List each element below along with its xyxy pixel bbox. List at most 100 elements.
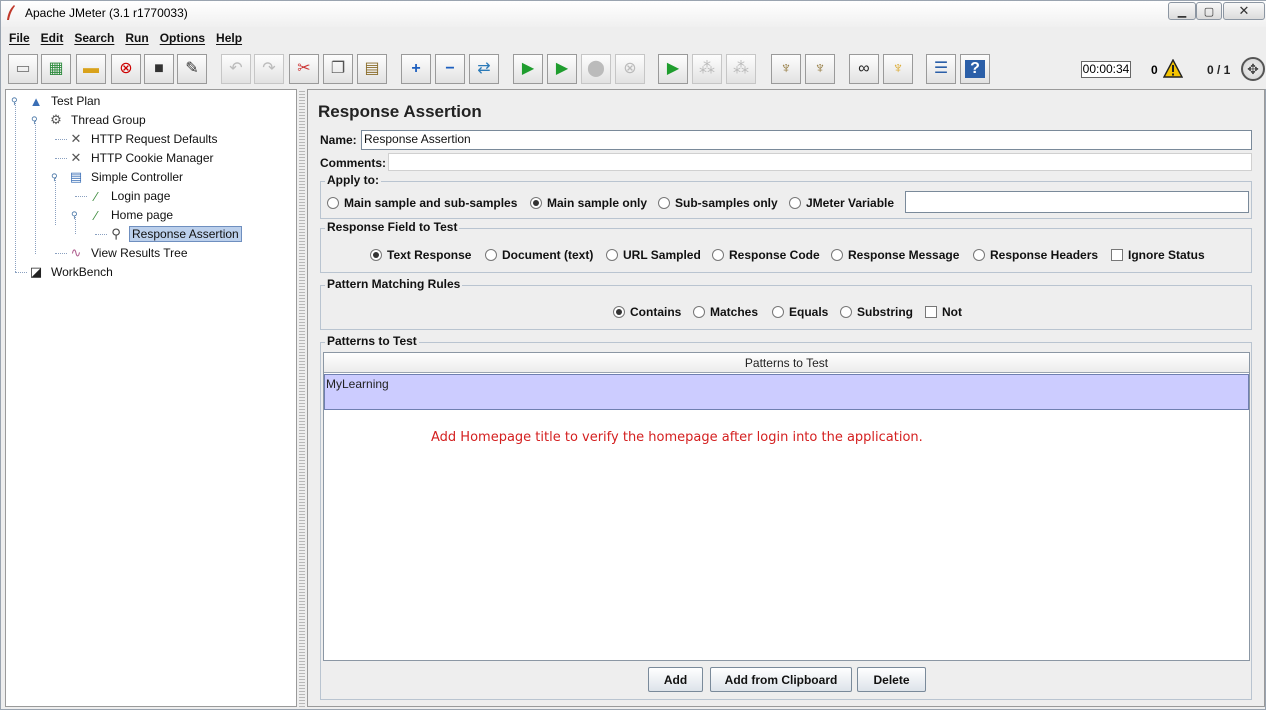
url-sampled-radio[interactable]: URL Sampled (606, 248, 701, 262)
menu-run[interactable]: Run (125, 31, 148, 45)
contains-radio[interactable]: Contains (613, 305, 681, 319)
close-plan-button[interactable]: ⊗ (111, 54, 141, 84)
tree-node-test-plan[interactable]: ▲ Test Plan (27, 92, 102, 110)
close-icon: ✕ (1238, 3, 1250, 18)
warning-icon[interactable] (1163, 59, 1183, 79)
title-bar: Apache JMeter (3.1 r1770033) ▁ ▢ ✕ (1, 1, 1266, 27)
option-label: Response Headers (990, 248, 1099, 262)
expand-toggle[interactable]: ⚲ (11, 97, 19, 106)
stop-button[interactable]: ⬤ (581, 54, 611, 84)
plus-icon: + (411, 60, 421, 77)
elapsed-timer: 00:00:34 (1081, 61, 1131, 78)
comments-field[interactable] (388, 153, 1252, 171)
list-icon: ☰ (933, 60, 949, 77)
play-no-timer-icon: ▶ (555, 60, 569, 77)
tree-line (55, 253, 67, 254)
expand-toggle[interactable]: ⚲ (51, 173, 59, 182)
search-button[interactable]: ∞ (849, 54, 879, 84)
active-threads: 0 / 1 (1207, 63, 1231, 77)
menu-search[interactable]: Search (74, 31, 114, 45)
option-label: Text Response (387, 248, 472, 262)
collapse-all-button[interactable]: − (435, 54, 465, 84)
copy-button[interactable]: ❐ (323, 54, 353, 84)
tree-node-http-cookie-manager[interactable]: ✕ HTTP Cookie Manager (67, 149, 216, 167)
tree-line (95, 234, 107, 235)
undo-button[interactable]: ↶ (221, 54, 251, 84)
tree-node-response-assertion[interactable]: ⚲ Response Assertion (107, 225, 242, 243)
response-headers-radio[interactable]: Response Headers (973, 248, 1098, 262)
templates-button[interactable]: ▦ (41, 54, 71, 84)
panel-title: Response Assertion (318, 102, 482, 121)
maximize-button[interactable]: ▢ (1196, 2, 1222, 20)
cut-button[interactable]: ✂ (289, 54, 319, 84)
menu-help[interactable]: Help (216, 31, 242, 45)
tree-node-http-request-defaults[interactable]: ✕ HTTP Request Defaults (67, 130, 220, 148)
add-button[interactable]: Add (648, 667, 703, 692)
clear-all-button[interactable]: ♆ (805, 54, 835, 84)
delete-button[interactable]: Delete (857, 667, 926, 692)
clear-button[interactable]: ♆ (771, 54, 801, 84)
substring-radio[interactable]: Substring (840, 305, 913, 319)
table-row[interactable]: MyLearning (324, 374, 1249, 410)
save-button[interactable]: ■ (144, 54, 174, 84)
open-button[interactable]: ▬ (76, 54, 106, 84)
ignore-status-checkbox[interactable]: Ignore Status (1111, 248, 1205, 262)
tree-node-home-page[interactable]: ⁄ Home page (87, 206, 175, 224)
radio-indicator (772, 306, 784, 318)
tree-node-workbench[interactable]: ◪ WorkBench (27, 263, 115, 281)
not-checkbox[interactable]: Not (925, 305, 962, 319)
paste-button[interactable]: ▤ (357, 54, 387, 84)
apply-main-only-radio[interactable]: Main sample only (530, 196, 647, 210)
tree-line (55, 158, 67, 159)
apply-jmeter-variable-radio[interactable]: JMeter Variable (789, 196, 894, 210)
reset-search-button[interactable]: ♆ (883, 54, 913, 84)
patterns-table: Patterns to Test MyLearning Add Homepage… (323, 352, 1250, 661)
copy-icon: ❐ (330, 60, 346, 77)
menu-bar: File Edit Search Run Options Help (1, 27, 1266, 49)
remote-shutdown-button[interactable]: ⁂ (726, 54, 756, 84)
menu-options[interactable]: Options (160, 31, 205, 45)
remote-start-button[interactable]: ▶ (658, 54, 688, 84)
tools-icon: ✕ (70, 131, 82, 146)
tree-node-view-results-tree[interactable]: ∿ View Results Tree (67, 244, 190, 262)
patterns-column-header[interactable]: Patterns to Test (324, 353, 1249, 373)
toggle-button[interactable]: ⇄ (469, 54, 499, 84)
expand-toggle[interactable]: ⚲ (31, 116, 39, 125)
start-no-pauses-button[interactable]: ▶ (547, 54, 577, 84)
tree-line (75, 196, 87, 197)
tree-node-label: HTTP Request Defaults (91, 132, 218, 146)
expand-toggle[interactable]: ⚲ (71, 211, 79, 220)
menu-file[interactable]: File (9, 31, 30, 45)
close-button[interactable]: ✕ (1223, 2, 1265, 20)
response-message-radio[interactable]: Response Message (831, 248, 959, 262)
save-as-button[interactable]: ✎ (177, 54, 207, 84)
save-as-icon: ✎ (185, 60, 199, 77)
tree-node-thread-group[interactable]: ⚙ Thread Group (47, 111, 148, 129)
tree-node-simple-controller[interactable]: ▤ Simple Controller (67, 168, 185, 186)
function-helper-button[interactable]: ☰ (926, 54, 956, 84)
add-from-clipboard-button[interactable]: Add from Clipboard (710, 667, 852, 692)
document-text-radio[interactable]: Document (text) (485, 248, 593, 262)
shutdown-button[interactable]: ⊗ (615, 54, 645, 84)
help-icon: ? (965, 60, 985, 78)
equals-radio[interactable]: Equals (772, 305, 828, 319)
jmeter-variable-field[interactable] (905, 191, 1249, 213)
shutdown-icon: ⊗ (623, 60, 637, 77)
expand-all-button[interactable]: + (401, 54, 431, 84)
remote-stop-button[interactable]: ⁂ (692, 54, 722, 84)
matches-radio[interactable]: Matches (693, 305, 758, 319)
text-response-radio[interactable]: Text Response (370, 248, 471, 262)
minimize-button[interactable]: ▁ (1168, 2, 1196, 20)
redo-button[interactable]: ↷ (254, 54, 284, 84)
response-code-radio[interactable]: Response Code (712, 248, 820, 262)
panel-splitter[interactable] (299, 89, 305, 707)
help-button[interactable]: ? (960, 54, 990, 84)
assertion-panel: Response Assertion Name: Response Assert… (307, 89, 1265, 707)
start-button[interactable]: ▶ (513, 54, 543, 84)
apply-sub-only-radio[interactable]: Sub-samples only (658, 196, 778, 210)
apply-main-and-sub-radio[interactable]: Main sample and sub-samples (327, 196, 517, 210)
tree-node-login-page[interactable]: ⁄ Login page (87, 187, 172, 205)
name-field[interactable]: Response Assertion (361, 130, 1252, 150)
menu-edit[interactable]: Edit (41, 31, 64, 45)
new-button[interactable]: ▭ (8, 54, 38, 84)
